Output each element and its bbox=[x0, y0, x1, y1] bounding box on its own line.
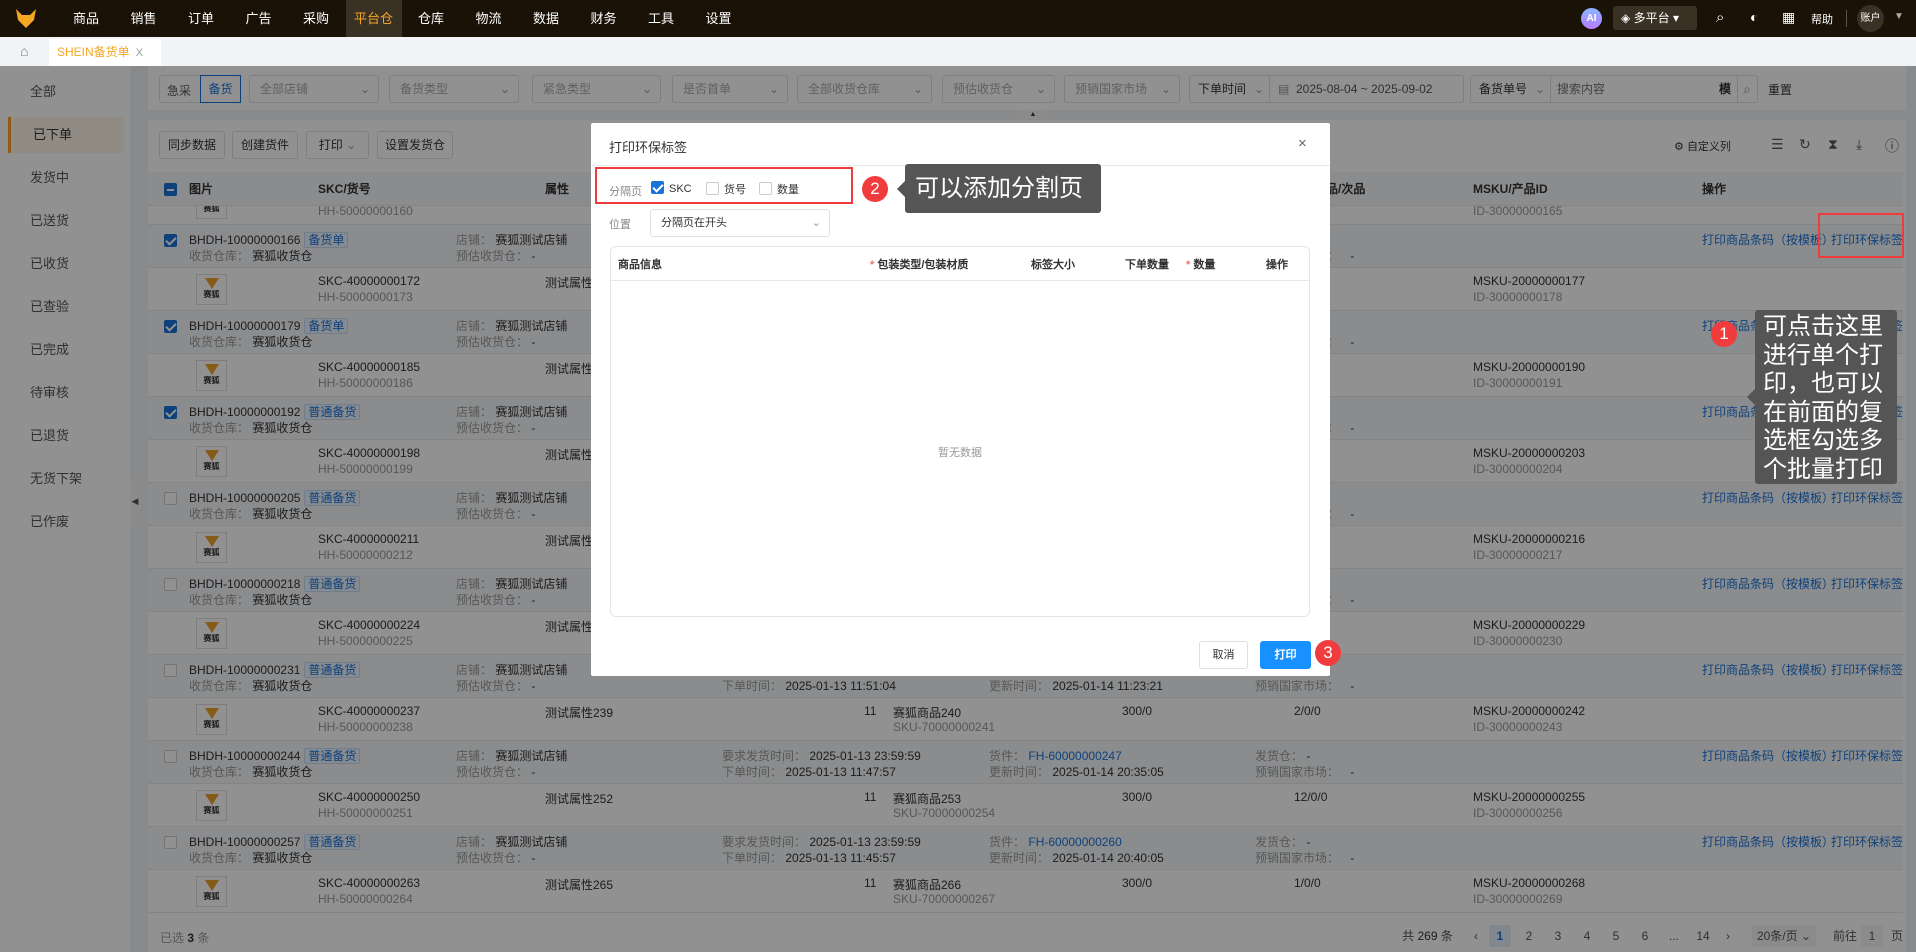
nav-item[interactable]: 数据 bbox=[518, 0, 574, 37]
close-icon[interactable]: X bbox=[136, 47, 143, 59]
nav-item[interactable]: 销售 bbox=[116, 0, 172, 37]
layers-icon: ◈ bbox=[1621, 11, 1631, 25]
dialog-column-header: 商品信息 bbox=[618, 259, 662, 271]
empty-text: 暂无数据 bbox=[938, 447, 982, 459]
dialog-column-header: * 包装类型/包装材质 bbox=[870, 259, 969, 271]
dialog-column-header: 操作 bbox=[1266, 259, 1288, 271]
nav-item[interactable]: 商品 bbox=[58, 0, 114, 37]
top-nav: 商品 销售 订单 广告 采购 平台仓 仓库 物流 数据 财务 工具 设置 AI ◈ 多平台 ▾ ⌕ ◐… bbox=[0, 0, 1916, 37]
search-icon[interactable]: ⌕ bbox=[1716, 9, 1724, 26]
platform-label: 多平台 bbox=[1633, 11, 1670, 25]
annotation-badge-2: 2 bbox=[862, 176, 888, 202]
headset-icon[interactable]: ◐ bbox=[1750, 9, 1758, 25]
account-avatar[interactable]: 账户 bbox=[1857, 5, 1884, 32]
dialog-column-header: 标签大小 bbox=[1031, 259, 1075, 271]
highlight-eco-label-link bbox=[1818, 213, 1904, 258]
apps-grid-icon[interactable]: ▦ bbox=[1782, 9, 1795, 26]
dialog-column-header: 下单数量 bbox=[1125, 259, 1169, 271]
annotation-tooltip-2: 可以添加分割页 bbox=[897, 164, 1101, 213]
close-icon[interactable]: × bbox=[1298, 135, 1307, 152]
nav-item[interactable]: 设置 bbox=[691, 0, 747, 37]
nav-item[interactable]: 财务 bbox=[576, 0, 632, 37]
nav-item[interactable]: 订单 bbox=[173, 0, 229, 37]
highlight-separator-options bbox=[595, 167, 853, 204]
nav-item[interactable]: 广告 bbox=[231, 0, 287, 37]
logo-icon[interactable] bbox=[14, 6, 38, 30]
annotation-tooltip-1: 可点击这里进行单个打印，也可以在前面的复选框勾选多个批量打印 bbox=[1747, 310, 1897, 484]
dialog-column-header: * 数量 bbox=[1186, 259, 1216, 271]
divider bbox=[1846, 10, 1847, 27]
annotation-badge-3: 3 bbox=[1315, 640, 1341, 666]
caret-down-icon[interactable]: ▼ bbox=[1894, 11, 1904, 22]
tab-label: SHEIN备货单 bbox=[57, 45, 130, 59]
position-label: 位置 bbox=[609, 219, 631, 231]
divider bbox=[611, 280, 1309, 281]
cancel-button[interactable]: 取消 bbox=[1199, 641, 1248, 669]
tab-bar: ⌂ SHEIN备货单 X bbox=[0, 37, 1916, 66]
nav-item[interactable]: 仓库 bbox=[403, 0, 459, 37]
annotation-badge-1: 1 bbox=[1711, 321, 1737, 347]
dialog-title: 打印环保标签 bbox=[609, 140, 688, 155]
items-table: 商品信息 * 包装类型/包装材质 标签大小 下单数量 * 数量 操作 暂无数据 bbox=[610, 246, 1310, 617]
nav-item[interactable]: 平台仓 bbox=[345, 0, 402, 37]
ai-button[interactable]: AI bbox=[1581, 8, 1602, 29]
position-select[interactable]: 分隔页在开头 ⌄ bbox=[650, 209, 830, 237]
home-icon[interactable]: ⌂ bbox=[20, 43, 28, 59]
nav-item[interactable]: 物流 bbox=[461, 0, 517, 37]
print-button[interactable]: 打印 bbox=[1260, 641, 1311, 669]
nav-item[interactable]: 工具 bbox=[633, 0, 689, 37]
nav-item[interactable]: 采购 bbox=[288, 0, 344, 37]
help-link[interactable]: 帮助 bbox=[1811, 11, 1833, 27]
platform-switch[interactable]: ◈ 多平台 ▾ bbox=[1613, 6, 1697, 30]
chevron-down-icon: ⌄ bbox=[811, 217, 821, 229]
tab-shein-stock-order[interactable]: SHEIN备货单 X bbox=[49, 39, 161, 66]
caret-down-icon: ▾ bbox=[1672, 11, 1679, 25]
